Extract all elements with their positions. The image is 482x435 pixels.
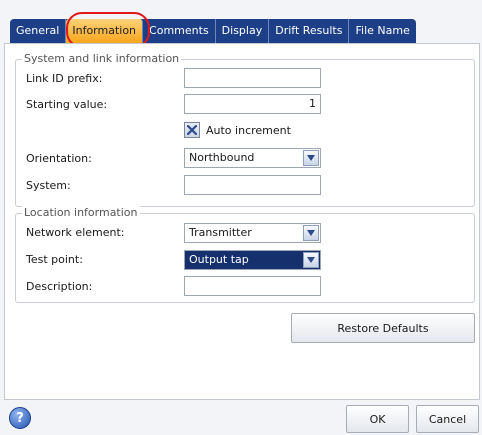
chevron-down-icon[interactable] <box>303 252 319 268</box>
network-element-dropdown[interactable]: Transmitter <box>184 223 321 243</box>
restore-defaults-button[interactable]: Restore Defaults <box>291 313 475 343</box>
orientation-dropdown[interactable]: Northbound <box>184 148 321 168</box>
tab-general[interactable]: General <box>10 19 67 43</box>
ok-button[interactable]: OK <box>346 405 409 433</box>
system-label: System: <box>26 179 71 192</box>
location-group: Location information Network element: Tr… <box>15 206 475 303</box>
description-label: Description: <box>26 280 93 293</box>
test-point-dropdown[interactable]: Output tap <box>184 250 321 270</box>
starting-value-input[interactable]: 1 <box>184 94 321 114</box>
help-icon[interactable]: ? <box>9 407 31 429</box>
auto-increment-checkbox[interactable] <box>184 122 200 138</box>
information-panel: System and link information Link ID pref… <box>4 43 480 400</box>
tab-file-name[interactable]: File Name <box>349 19 415 43</box>
checkbox-x-icon <box>187 125 197 135</box>
chevron-down-icon[interactable] <box>303 150 319 166</box>
location-group-title: Location information <box>22 206 140 219</box>
description-input[interactable] <box>184 276 321 296</box>
settings-window: General Information Comments Display Dri… <box>0 0 482 435</box>
orientation-value: Northbound <box>189 151 255 164</box>
link-id-prefix-input[interactable] <box>184 68 321 88</box>
auto-increment-label: Auto increment <box>206 124 291 137</box>
link-id-prefix-label: Link ID prefix: <box>26 72 103 85</box>
tab-bar: General Information Comments Display Dri… <box>10 19 416 43</box>
tab-drift-results[interactable]: Drift Results <box>269 19 350 43</box>
network-element-label: Network element: <box>26 226 125 239</box>
orientation-label: Orientation: <box>26 152 92 165</box>
system-input[interactable] <box>184 175 321 195</box>
chevron-down-icon[interactable] <box>303 225 319 241</box>
network-element-value: Transmitter <box>189 226 252 239</box>
test-point-value: Output tap <box>189 253 249 266</box>
system-link-group-title: System and link information <box>22 52 182 65</box>
tab-display[interactable]: Display <box>216 19 270 43</box>
system-link-group: System and link information Link ID pref… <box>15 52 475 207</box>
tab-information[interactable]: Information <box>66 19 144 43</box>
test-point-label: Test point: <box>26 253 83 266</box>
bottom-bar <box>0 400 482 435</box>
tab-comments[interactable]: Comments <box>143 19 216 43</box>
starting-value-label: Starting value: <box>26 98 108 111</box>
cancel-button[interactable]: Cancel <box>416 405 479 433</box>
